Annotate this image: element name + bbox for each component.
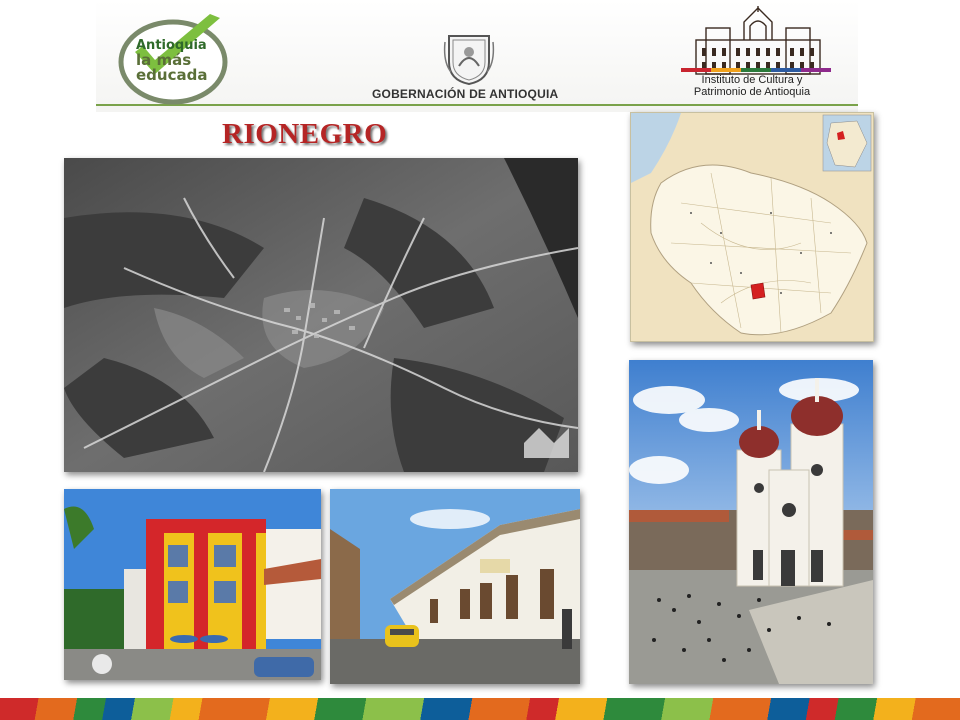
instituto-color-stripes bbox=[681, 68, 831, 72]
gobernacion-shield-icon bbox=[443, 35, 495, 86]
bottom-color-stripe bbox=[0, 698, 960, 720]
page-title: RIONEGRO bbox=[222, 118, 388, 150]
instituto-building-logo bbox=[695, 6, 821, 75]
gobernacion-label: GOBERNACIÓN DE ANTIOQUIA bbox=[372, 87, 559, 101]
cathedral-photo bbox=[629, 360, 873, 684]
instituto-label: Instituto de Cultura y Patrimonio de Ant… bbox=[693, 74, 811, 98]
colombia-inset-map bbox=[822, 114, 872, 172]
building-photo bbox=[64, 489, 321, 680]
antioquia-educada-text: Antioquia la más educada bbox=[136, 38, 208, 84]
aerial-photo bbox=[64, 158, 578, 472]
street-photo bbox=[330, 489, 580, 684]
locator-map bbox=[630, 112, 874, 342]
